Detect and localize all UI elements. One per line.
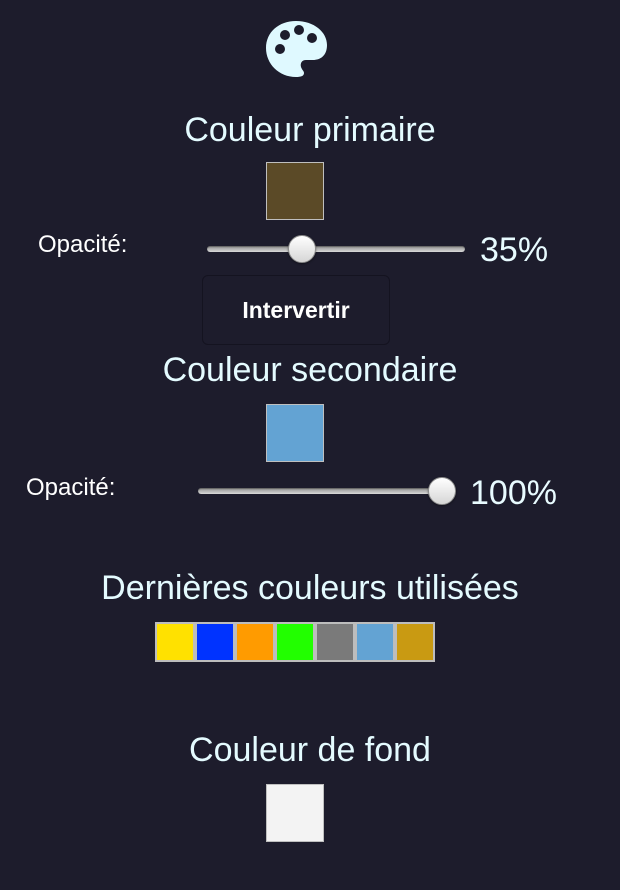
recent-color-swatch[interactable] [195,622,235,662]
secondary-opacity-label: Opacité: [26,474,116,501]
recent-color-swatch[interactable] [235,622,275,662]
recent-color-swatch[interactable] [315,622,355,662]
recent-colors-list [155,622,435,662]
background-color-heading: Couleur de fond [189,731,431,769]
primary-opacity-slider[interactable] [207,235,465,263]
swap-colors-button[interactable]: Intervertir [202,275,390,345]
recent-colors-heading: Dernières couleurs utilisées [101,569,519,607]
recent-color-swatch[interactable] [395,622,435,662]
primary-opacity-value: 35% [480,231,549,269]
secondary-color-swatch[interactable] [266,404,324,462]
slider-track[interactable] [198,488,456,494]
palette-icon [264,18,328,78]
secondary-color-heading: Couleur secondaire [162,351,458,389]
recent-color-swatch[interactable] [155,622,195,662]
primary-color-heading: Couleur primaire [184,111,436,149]
slider-track[interactable] [207,246,465,252]
secondary-opacity-value: 100% [470,474,557,512]
background-color-swatch[interactable] [266,784,324,842]
recent-color-swatch[interactable] [355,622,395,662]
slider-thumb[interactable] [287,235,316,263]
recent-color-swatch[interactable] [275,622,315,662]
primary-opacity-label: Opacité: [38,231,128,258]
secondary-opacity-slider[interactable] [198,477,456,505]
primary-color-swatch[interactable] [266,162,324,220]
slider-thumb[interactable] [428,477,456,505]
